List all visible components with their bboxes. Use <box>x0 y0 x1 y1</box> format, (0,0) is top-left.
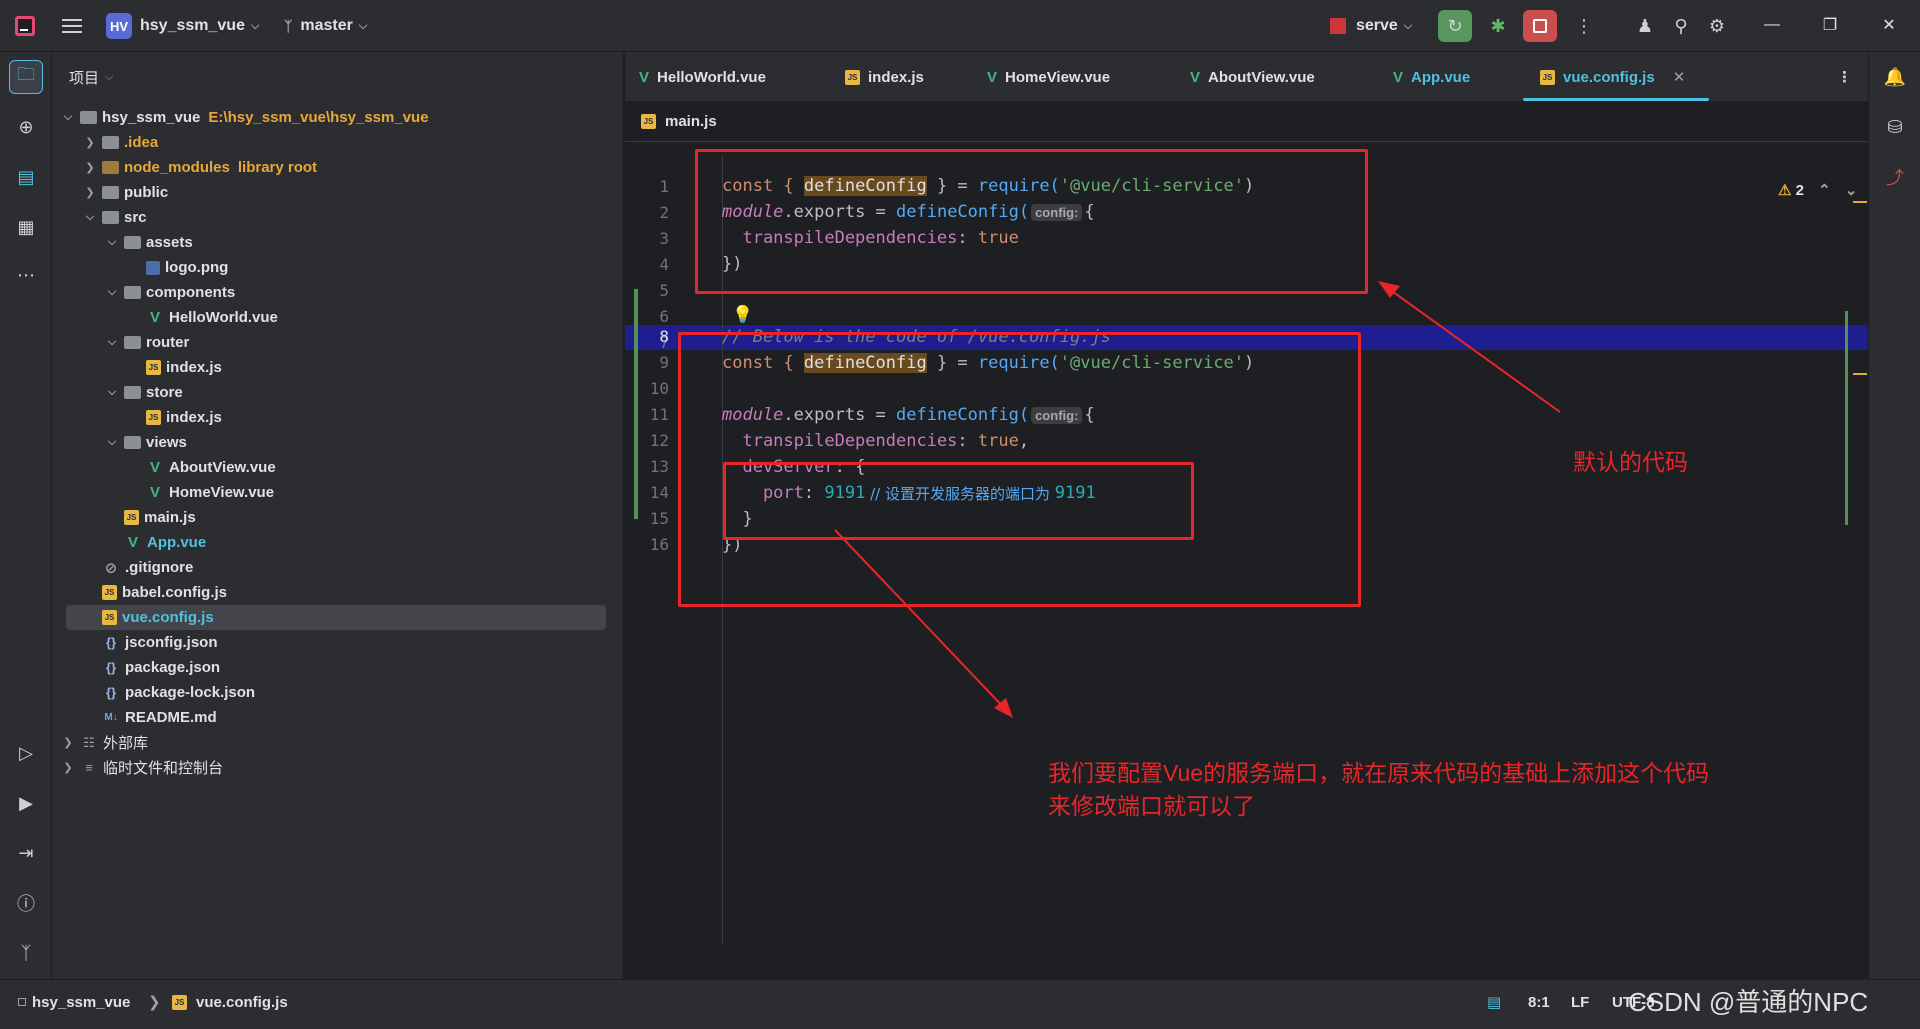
annotation-explain-line2: 来修改端口就可以了 <box>1048 793 1255 819</box>
arrow-line <box>1381 283 1561 413</box>
annotation-arrows <box>834 281 1561 718</box>
arrow-line <box>834 529 1009 713</box>
annotation-default-code: 默认的代码 <box>1573 449 1688 475</box>
annotation-explain-line1: 我们要配置Vue的服务端口，就在原来代码的基础上添加这个代码 <box>1048 760 1710 786</box>
ide-window: HV hsy_ssm_vue ⌵ ᛉ master ⌵ serve ⌵ ↻ ✱ … <box>0 0 1920 1029</box>
